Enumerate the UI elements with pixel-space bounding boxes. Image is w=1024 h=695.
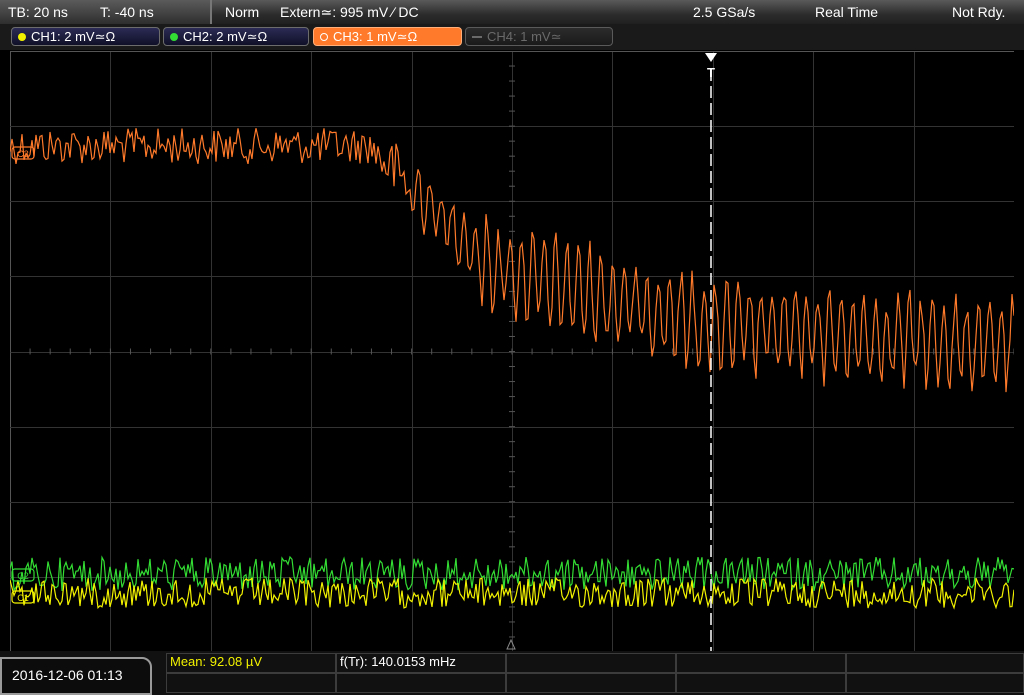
trigger-mode-label[interactable]: Norm [225,0,259,24]
channel-tabs: CH1: 2 mV≃Ω CH2: 2 mV≃Ω CH3: 1 mV≃Ω CH4:… [0,24,1024,50]
center-time-marker-icon [506,638,516,650]
measurement-cell-3[interactable] [506,653,676,673]
trigger-position-marker-icon[interactable] [705,53,717,62]
sample-rate-label: 2.5 GSa/s [693,4,756,20]
measurement-cell-5[interactable] [846,653,1024,673]
channel-3-label: CH3: 1 mV≃Ω [333,29,418,44]
datetime-label: 2016-12-06 01:13 [12,667,123,683]
channel-2-label: CH2: 2 mV≃Ω [183,29,268,44]
timebase-label[interactable]: TB: 20 ns [8,0,68,24]
waveform-graticule: T C3 C2 C1 [9,50,1015,653]
measurement-cell-10[interactable] [846,673,1024,693]
measurement-panel [166,653,1024,695]
channel-1-tab[interactable]: CH1: 2 mV≃Ω [11,27,160,46]
mean-measurement: Mean: 92.08 µV [170,654,263,669]
measurement-cell-6[interactable] [166,673,336,693]
channel-4-dash-icon [472,36,482,38]
channel-1-label: CH1: 2 mV≃Ω [31,29,116,44]
channel-2-tab[interactable]: CH2: 2 mV≃Ω [163,27,309,46]
channel-1-dot-icon [18,33,26,41]
trigger-source-label[interactable]: Extern≃: 995 mV ∕ DC [280,0,419,24]
channel-3-dot-icon [320,33,328,41]
trigger-time-label[interactable]: T: -40 ns [100,0,154,24]
trigger-frequency-measurement: f(Tr): 140.0153 mHz [340,654,456,669]
acquisition-mode-label: Real Time [815,4,879,20]
measurement-cell-8[interactable] [506,673,676,693]
channel-4-tab[interactable]: CH4: 1 mV≃ [465,27,613,46]
measurement-cell-9[interactable] [676,673,846,693]
channel-3-marker-label: C3 [17,149,29,159]
channel-3-tab[interactable]: CH3: 1 mV≃Ω [313,27,462,46]
trigger-status-label: Not Rdy. [952,4,1006,20]
channel-1-marker-label: C1 [17,593,29,603]
measurement-cell-7[interactable] [336,673,506,693]
channel-2-marker-label: C2 [17,571,29,581]
channel-2-dot-icon [170,33,178,41]
center-axis-ticks [9,50,1015,653]
measurement-cell-4[interactable] [676,653,846,673]
trigger-marker-label: T [707,65,715,80]
channel-4-label: CH4: 1 mV≃ [487,29,562,44]
waveform-display[interactable]: T C3 C2 C1 [9,50,1015,653]
